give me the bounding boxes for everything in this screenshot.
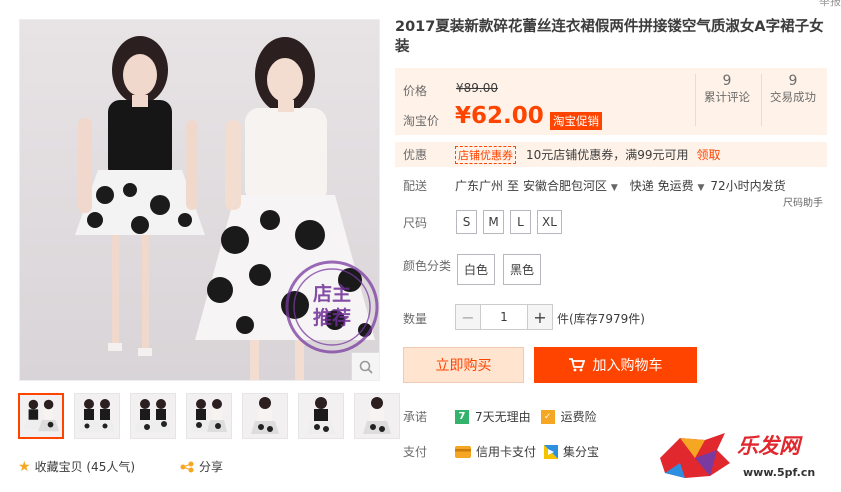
thumbnail[interactable] xyxy=(186,393,232,439)
price-label: 价格 xyxy=(403,84,428,98)
stamp-line-2: 推荐 xyxy=(312,307,351,329)
star-icon: ★ xyxy=(18,458,31,475)
buy-now-label: 立即购买 xyxy=(435,358,492,374)
caret-down-icon: ▼ xyxy=(610,183,618,193)
thumbnail[interactable] xyxy=(130,393,176,439)
size-option-s[interactable]: S xyxy=(456,210,477,234)
ship-to-word: 至 xyxy=(507,179,520,193)
insurance-text[interactable]: 运费险 xyxy=(561,408,597,425)
favorite-label: 收藏宝贝 (45人气) xyxy=(34,460,136,474)
quantity-label: 数量 xyxy=(403,312,428,326)
sales-count-number: 9 xyxy=(788,73,798,89)
favorite-button[interactable]: ★ 收藏宝贝 (45人气) xyxy=(18,458,135,475)
color-label: 颜色分类 xyxy=(403,259,452,273)
insurance-icon: ✓ xyxy=(540,409,555,424)
original-price: ¥89.00 xyxy=(456,81,498,95)
color-options: 白色 黑色 xyxy=(457,254,541,285)
sales-count-label: 交易成功 xyxy=(770,90,816,104)
credit-card-icon xyxy=(455,445,471,458)
divider xyxy=(695,74,696,126)
get-coupon-link[interactable]: 领取 xyxy=(697,146,721,163)
share-button[interactable]: 分享 xyxy=(180,458,223,475)
quantity-stepper: − 1 + xyxy=(455,304,553,330)
taobao-price-label: 淘宝价 xyxy=(403,114,440,128)
increase-button[interactable]: + xyxy=(527,304,553,330)
thumbnail[interactable] xyxy=(354,393,400,439)
coupon-row: 优惠 店铺优惠券 10元店铺优惠券，满99元可用 领取 xyxy=(395,142,827,167)
color-option-black[interactable]: 黑色 xyxy=(503,254,541,285)
main-product-image: 店主 推荐 xyxy=(19,19,380,381)
coupon-tag: 店铺优惠券 xyxy=(455,145,516,164)
ship-from: 广东广州 xyxy=(455,179,504,193)
thumbnail[interactable] xyxy=(18,393,64,439)
size-options: S M L XL xyxy=(456,210,562,234)
zoom-button[interactable] xyxy=(351,352,379,380)
sales-count: 9 交易成功 xyxy=(763,73,823,105)
add-to-cart-label: 加入购物车 xyxy=(592,358,663,374)
add-to-cart-button[interactable]: 加入购物车 xyxy=(534,347,697,383)
ship-time: 72小时内发货 xyxy=(710,179,786,193)
thumbnail[interactable] xyxy=(298,393,344,439)
buy-now-button[interactable]: 立即购买 xyxy=(403,347,524,383)
watermark-text: 乐发网 xyxy=(737,433,800,458)
promise-row: 承诺 7 7天无理由 ✓ 运费险 xyxy=(403,408,597,425)
size-option-m[interactable]: M xyxy=(483,210,504,234)
coupon-label: 优惠 xyxy=(403,148,428,162)
seven-day-return-icon: 7 xyxy=(455,409,469,424)
promo-tag: 淘宝促销 xyxy=(550,112,602,130)
review-count[interactable]: 9 累计评论 xyxy=(697,73,757,105)
seven-day-return-text[interactable]: 7天无理由 xyxy=(475,408,531,425)
caret-down-icon: ▼ xyxy=(697,183,705,193)
watermark-url: www.5pf.cn xyxy=(743,466,816,479)
stamp-line-1: 店主 xyxy=(312,283,351,305)
product-title: 2017夏装新款碎花蕾丝连衣裙假两件拼接镂空气质淑女A字裙子女装 xyxy=(395,19,824,55)
review-count-number: 9 xyxy=(722,73,732,89)
jifenbao-icon xyxy=(544,444,559,459)
coupon-text: 10元店铺优惠券，满99元可用 xyxy=(526,148,689,162)
thumbnail[interactable] xyxy=(74,393,120,439)
shipping-row: 配送 广东广州 至 安徽合肥包河区 ▼ 快递 免运费 ▼ 72小时内发货 xyxy=(403,177,786,194)
watermark-logo: 乐发网 www.5pf.cn xyxy=(655,428,835,488)
stock-text: 件(库存7979件) xyxy=(557,312,645,326)
price-box: 价格 ¥89.00 淘宝价 ¥62.00 淘宝促销 9 累计评论 9 交易成功 xyxy=(395,68,827,135)
shipping-label: 配送 xyxy=(403,179,428,193)
ship-method-select[interactable]: 快递 免运费 ▼ xyxy=(630,177,705,194)
thumbnail-strip xyxy=(18,393,400,439)
bull-logo-icon xyxy=(660,433,730,478)
thumbnail[interactable] xyxy=(242,393,288,439)
decrease-button[interactable]: − xyxy=(455,304,481,330)
ship-destination-select[interactable]: 安徽合肥包河区 ▼ xyxy=(523,177,618,194)
size-label: 尺码 xyxy=(403,216,428,230)
quantity-input[interactable]: 1 xyxy=(481,304,527,330)
shop-owner-stamp: 店主 推荐 xyxy=(290,282,374,330)
color-option-white[interactable]: 白色 xyxy=(457,254,495,285)
size-helper-link[interactable]: 尺码助手 xyxy=(783,194,823,209)
share-label: 分享 xyxy=(199,460,224,474)
ship-method: 快递 免运费 xyxy=(629,179,694,193)
report-link[interactable]: 举报 xyxy=(819,0,841,9)
ship-destination: 安徽合肥包河区 xyxy=(523,179,608,193)
cart-icon xyxy=(568,358,585,372)
current-price: ¥62.00 xyxy=(455,103,544,129)
divider xyxy=(761,74,762,126)
share-icon xyxy=(180,461,194,472)
payment-label: 支付 xyxy=(403,445,428,459)
magnifier-icon xyxy=(359,360,373,374)
size-option-l[interactable]: L xyxy=(510,210,531,234)
review-count-label: 累计评论 xyxy=(704,90,750,104)
jifenbao-text[interactable]: 集分宝 xyxy=(563,443,599,460)
credit-card-text[interactable]: 信用卡支付 xyxy=(476,443,536,460)
promise-label: 承诺 xyxy=(403,410,428,424)
size-option-xl[interactable]: XL xyxy=(537,210,562,234)
payment-row: 支付 信用卡支付 集分宝 xyxy=(403,443,599,460)
